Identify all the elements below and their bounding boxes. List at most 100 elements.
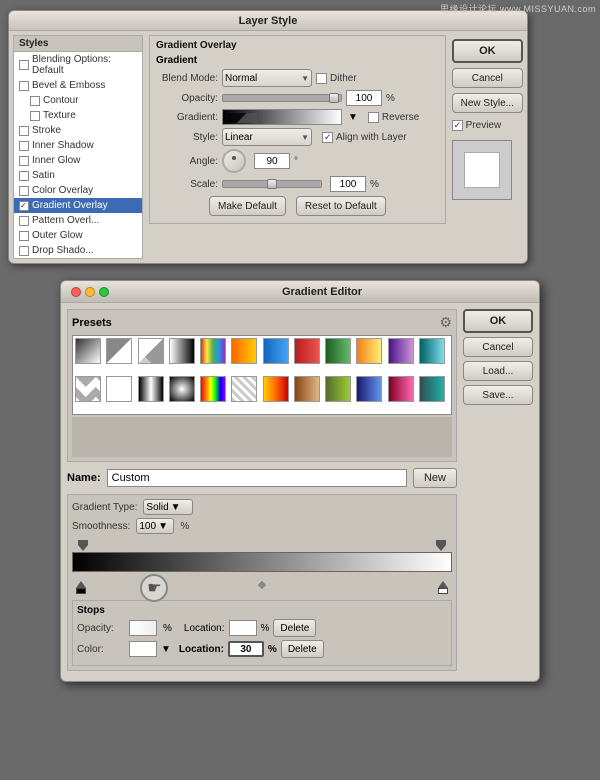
cursor-hand-icon[interactable]: ☛ (140, 574, 168, 602)
checkbox-drop-shadow[interactable] (19, 246, 29, 256)
sidebar-item-contour[interactable]: Contour (14, 93, 142, 108)
preset-21[interactable] (325, 376, 351, 402)
blend-mode-select[interactable]: Normal ▼ (222, 69, 312, 87)
checkbox-color-overlay[interactable] (19, 186, 29, 196)
angle-knob[interactable] (222, 149, 246, 173)
preset-7[interactable] (263, 338, 289, 364)
gradient-dropdown-arrow[interactable]: ▼ (348, 112, 358, 123)
opacity-thumb[interactable] (329, 93, 339, 103)
preset-2[interactable] (106, 338, 132, 364)
gear-icon[interactable]: ⚙ (439, 314, 452, 331)
ge-load-button[interactable]: Load... (463, 361, 533, 381)
gradient-bar[interactable] (222, 109, 342, 125)
reset-default-btn[interactable]: Reset to Default (296, 196, 386, 216)
checkbox-texture[interactable] (30, 111, 40, 121)
color-swatch[interactable] (129, 641, 157, 657)
checkbox-blending[interactable] (19, 60, 29, 70)
delete-btn-2[interactable]: Delete (281, 640, 324, 658)
smoothness-select[interactable]: 100 ▼ (136, 518, 174, 534)
location-input-2[interactable] (228, 641, 264, 657)
minimize-button[interactable] (85, 287, 95, 297)
cancel-button[interactable]: Cancel (452, 68, 523, 88)
delete-btn-1[interactable]: Delete (273, 619, 316, 637)
style-select[interactable]: Linear ▼ (222, 128, 312, 146)
color-stop-left-box (76, 588, 86, 594)
maximize-button[interactable] (99, 287, 109, 297)
sidebar-item-drop-shadow[interactable]: Drop Shado... (14, 243, 142, 258)
checkbox-bevel[interactable] (19, 81, 29, 91)
checkbox-pattern-overlay[interactable] (19, 216, 29, 226)
name-input[interactable] (107, 469, 407, 487)
sidebar-item-texture[interactable]: Texture (14, 108, 142, 123)
checkbox-inner-shadow[interactable] (19, 141, 29, 151)
align-layer-checkbox[interactable] (322, 132, 333, 143)
opacity-swatch[interactable] (129, 620, 157, 636)
preset-4[interactable] (169, 338, 195, 364)
checkbox-outer-glow[interactable] (19, 231, 29, 241)
midpoint-diamond[interactable] (257, 582, 267, 588)
color-stop-white[interactable] (438, 581, 448, 594)
ok-button[interactable]: OK (452, 39, 523, 63)
dither-checkbox[interactable] (316, 73, 327, 84)
close-button[interactable] (71, 287, 81, 297)
preset-23[interactable] (388, 376, 414, 402)
scale-input[interactable] (330, 176, 366, 192)
sidebar-item-gradient-overlay[interactable]: Gradient Overlay (14, 198, 142, 213)
new-style-button[interactable]: New Style... (452, 93, 523, 113)
preset-9[interactable] (325, 338, 351, 364)
checkbox-satin[interactable] (19, 171, 29, 181)
sidebar-item-satin[interactable]: Satin (14, 168, 142, 183)
preset-17[interactable] (200, 376, 226, 402)
sidebar-item-pattern-overlay[interactable]: Pattern Overl... (14, 213, 142, 228)
ge-save-button[interactable]: Save... (463, 385, 533, 405)
color-stop-right-box (438, 588, 448, 594)
preset-8[interactable] (294, 338, 320, 364)
preset-13[interactable] (75, 376, 101, 402)
preset-24[interactable] (419, 376, 445, 402)
ge-cancel-button[interactable]: Cancel (463, 337, 533, 357)
new-gradient-btn[interactable]: New (413, 468, 457, 488)
location-input-1[interactable] (229, 620, 257, 636)
checkbox-inner-glow[interactable] (19, 156, 29, 166)
checkbox-gradient-overlay[interactable] (19, 201, 29, 211)
preset-10[interactable] (356, 338, 382, 364)
ge-ok-button[interactable]: OK (463, 309, 533, 333)
preset-15[interactable] (138, 376, 164, 402)
preset-19[interactable] (263, 376, 289, 402)
preset-16[interactable] (169, 376, 195, 402)
sidebar-item-outer-glow[interactable]: Outer Glow (14, 228, 142, 243)
make-default-btn[interactable]: Make Default (209, 196, 286, 216)
preset-1[interactable] (75, 338, 101, 364)
preset-3[interactable] (138, 338, 164, 364)
preset-22[interactable] (356, 376, 382, 402)
gradient-type-select[interactable]: Solid ▼ (143, 499, 193, 515)
sidebar-item-inner-shadow[interactable]: Inner Shadow (14, 138, 142, 153)
scale-thumb[interactable] (267, 179, 277, 189)
color-swatch-arrow[interactable]: ▼ (161, 644, 171, 655)
sidebar-item-color-overlay[interactable]: Color Overlay (14, 183, 142, 198)
preset-12[interactable] (419, 338, 445, 364)
sidebar-item-blending[interactable]: Blending Options: Default (14, 52, 142, 78)
color-stop-black[interactable] (76, 581, 86, 594)
opacity-slider[interactable] (222, 94, 342, 102)
preview-checkbox[interactable] (452, 120, 463, 131)
angle-input[interactable] (254, 153, 290, 169)
right-buttons-panel: OK Cancel New Style... Preview (452, 35, 523, 259)
sidebar-item-stroke[interactable]: Stroke (14, 123, 142, 138)
opacity-stop-right[interactable] (436, 540, 446, 552)
preset-18[interactable] (231, 376, 257, 402)
preset-6[interactable] (231, 338, 257, 364)
preset-14[interactable] (106, 376, 132, 402)
sidebar-item-inner-glow[interactable]: Inner Glow (14, 153, 142, 168)
opacity-stop-left[interactable] (78, 540, 88, 552)
sidebar-item-bevel[interactable]: Bevel & Emboss (14, 78, 142, 93)
scale-slider[interactable] (222, 180, 322, 188)
gradient-preview-bar[interactable] (72, 552, 452, 572)
preset-11[interactable] (388, 338, 414, 364)
reverse-checkbox[interactable] (368, 112, 379, 123)
checkbox-stroke[interactable] (19, 126, 29, 136)
opacity-input[interactable] (346, 90, 382, 106)
preset-20[interactable] (294, 376, 320, 402)
checkbox-contour[interactable] (30, 96, 40, 106)
preset-5[interactable] (200, 338, 226, 364)
